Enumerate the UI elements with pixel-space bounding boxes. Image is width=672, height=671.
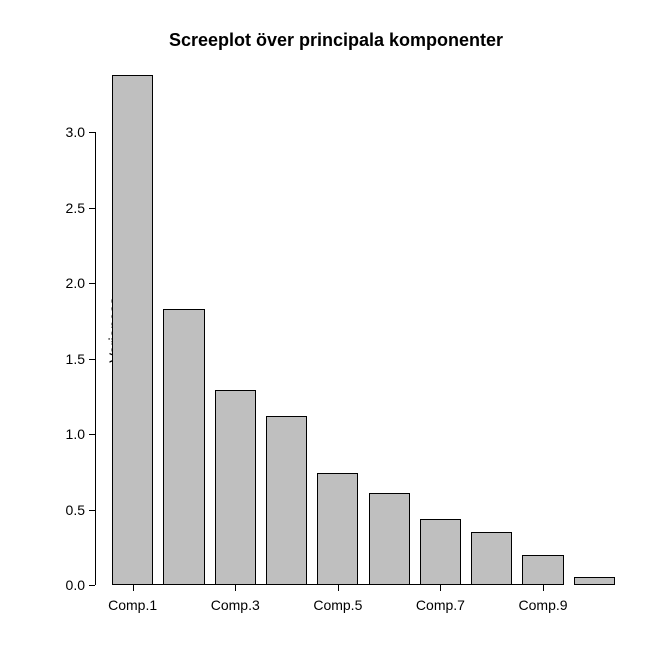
bar xyxy=(574,577,615,585)
y-tick-mark xyxy=(89,283,95,284)
x-tick-mark xyxy=(440,585,441,591)
y-axis-line xyxy=(95,132,96,585)
bar xyxy=(471,532,512,585)
x-tick-mark xyxy=(235,585,236,591)
y-tick-label: 1.5 xyxy=(66,351,85,367)
y-tick-label: 1.0 xyxy=(66,426,85,442)
x-tick-mark xyxy=(133,585,134,591)
chart-title: Screeplot över principala komponenter xyxy=(0,30,672,51)
y-tick-label: 3.0 xyxy=(66,124,85,140)
bar xyxy=(112,75,153,585)
x-tick-label: Comp.9 xyxy=(519,597,568,613)
x-tick-label: Comp.7 xyxy=(416,597,465,613)
y-tick-label: 0.0 xyxy=(66,577,85,593)
y-tick-mark xyxy=(89,208,95,209)
y-tick-mark xyxy=(89,434,95,435)
bar xyxy=(522,555,563,585)
y-tick-label: 2.5 xyxy=(66,200,85,216)
y-tick-mark xyxy=(89,585,95,586)
bar xyxy=(163,309,204,585)
x-tick-label: Comp.5 xyxy=(313,597,362,613)
plot-area: Variances 0.00.51.01.52.02.53.0Comp.1Com… xyxy=(95,75,625,585)
y-tick-mark xyxy=(89,359,95,360)
bar xyxy=(420,519,461,585)
x-tick-mark xyxy=(338,585,339,591)
y-tick-mark xyxy=(89,510,95,511)
bar xyxy=(215,390,256,585)
bar xyxy=(369,493,410,585)
y-tick-mark xyxy=(89,132,95,133)
y-tick-label: 2.0 xyxy=(66,275,85,291)
x-tick-mark xyxy=(543,585,544,591)
y-tick-label: 0.5 xyxy=(66,502,85,518)
bar xyxy=(317,473,358,585)
bar xyxy=(266,416,307,585)
x-tick-label: Comp.3 xyxy=(211,597,260,613)
screeplot-chart: Screeplot över principala komponenter Va… xyxy=(0,0,672,671)
x-tick-label: Comp.1 xyxy=(108,597,157,613)
